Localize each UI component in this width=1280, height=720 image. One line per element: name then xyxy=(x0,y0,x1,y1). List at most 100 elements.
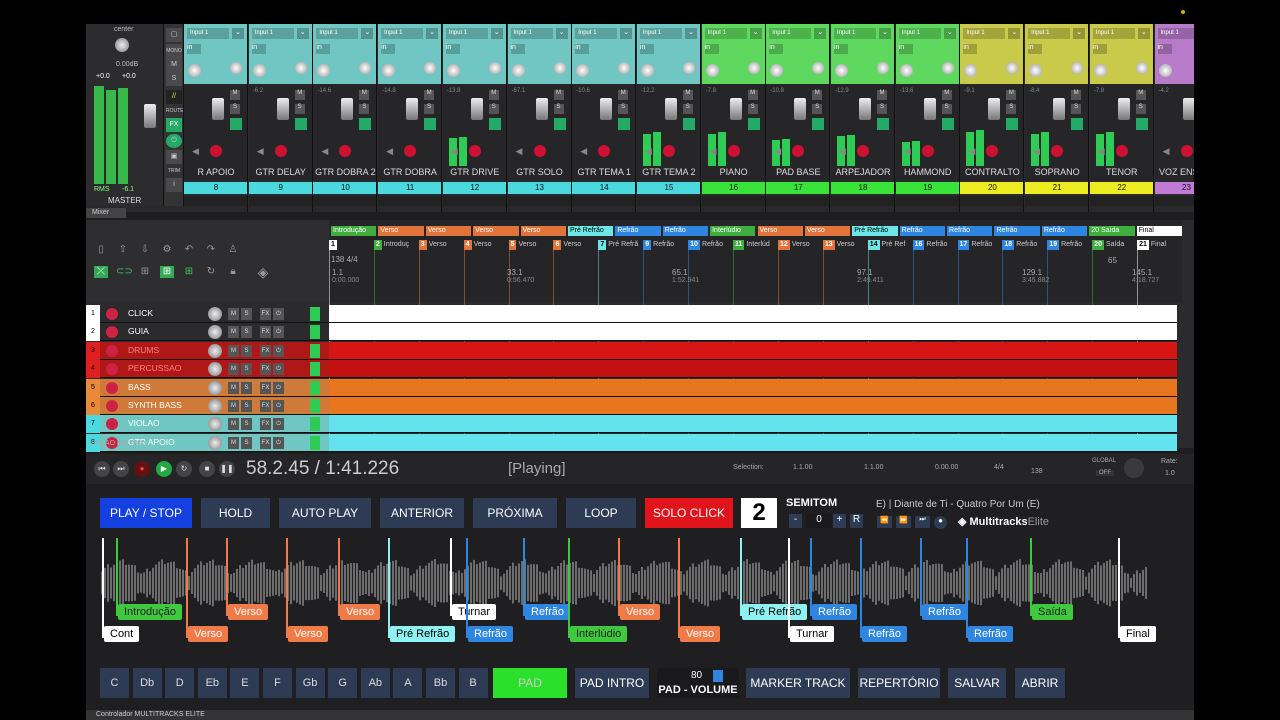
region[interactable]: Refrão xyxy=(662,226,709,236)
solo-button[interactable]: S xyxy=(1135,104,1146,114)
speaker-icon[interactable]: ◀ xyxy=(968,146,975,157)
region[interactable]: Refrão xyxy=(1041,226,1088,236)
record-arm-icon[interactable] xyxy=(792,145,805,157)
width-knob[interactable] xyxy=(941,62,954,74)
waveform-marker[interactable]: Verso xyxy=(340,604,381,620)
marker[interactable]: 14 Pré Ref xyxy=(867,240,911,250)
semitom-reset[interactable]: R xyxy=(850,514,863,528)
speaker-icon[interactable]: ◀ xyxy=(321,146,328,157)
redo-icon[interactable]: ↷ xyxy=(204,244,218,256)
pan-knob[interactable] xyxy=(188,64,201,77)
volume-knob[interactable] xyxy=(208,325,222,340)
track-lane[interactable] xyxy=(329,433,1177,452)
volume-knob[interactable] xyxy=(208,380,222,395)
input-select[interactable]: Input 1 xyxy=(1028,28,1071,39)
volume-fader[interactable] xyxy=(535,98,548,120)
strip-scroll[interactable] xyxy=(442,196,506,206)
strip-scroll[interactable] xyxy=(507,196,571,206)
grid-icon[interactable]: ⊞ xyxy=(138,266,152,278)
fx-icon[interactable] xyxy=(424,118,437,130)
chevron-down-icon[interactable]: ⌄ xyxy=(943,28,956,39)
volume-fader[interactable] xyxy=(600,98,613,120)
solo-button[interactable]: S xyxy=(618,104,629,114)
volume-knob[interactable] xyxy=(208,417,222,432)
mute-button[interactable]: M xyxy=(1006,90,1017,100)
input-mode[interactable]: in xyxy=(1157,44,1172,54)
volume-fader[interactable] xyxy=(859,98,871,120)
solo-button[interactable]: S xyxy=(941,104,952,114)
marker[interactable]: 9 Refrão xyxy=(643,240,686,250)
track-lane[interactable] xyxy=(329,378,1177,397)
power-icon[interactable]: ⏻ xyxy=(273,344,284,357)
pan-knob[interactable] xyxy=(446,64,460,77)
volume-fader[interactable] xyxy=(923,98,936,120)
input-mode[interactable]: in xyxy=(445,44,460,54)
strip-scroll[interactable] xyxy=(831,196,894,206)
mute-button[interactable]: M xyxy=(553,90,564,100)
fx-icon[interactable] xyxy=(359,118,372,130)
input-mode[interactable]: in xyxy=(704,44,719,54)
waveform-marker[interactable]: Verso xyxy=(288,626,329,642)
undo-icon[interactable]: ↶ xyxy=(182,244,196,256)
marker[interactable]: 20 Saída xyxy=(1092,240,1135,250)
track-header[interactable]: 7 VIOLAO M S FX ⏻ xyxy=(86,415,329,434)
snap-icon[interactable]: ⊞ xyxy=(160,266,174,278)
strip-scroll[interactable] xyxy=(1089,196,1153,206)
input-mode[interactable]: in xyxy=(963,44,978,54)
input-select[interactable]: Input 1 xyxy=(769,28,812,39)
fx-icon[interactable] xyxy=(877,118,889,130)
route-button[interactable]: ROUTE xyxy=(166,104,184,118)
input-mode[interactable]: in xyxy=(187,44,201,54)
pan-knob[interactable] xyxy=(317,64,331,77)
waveform-marker[interactable]: Refrão xyxy=(968,626,1014,642)
waveform-marker[interactable]: Verso xyxy=(188,626,229,642)
semitom-value[interactable]: 0 xyxy=(806,514,832,528)
fast-forward-icon[interactable]: ⏩ xyxy=(896,516,911,528)
key-e-button[interactable]: E xyxy=(230,668,260,698)
solo-button[interactable]: S xyxy=(241,326,252,339)
auto-play-button[interactable]: AUTO PLAY xyxy=(279,498,371,528)
proxima-button[interactable]: PRÓXIMA xyxy=(473,498,557,528)
power-icon[interactable]: ⏻ xyxy=(273,381,284,394)
pan-knob[interactable] xyxy=(964,64,978,77)
speaker-icon[interactable]: ◀ xyxy=(904,146,911,157)
waveform-marker[interactable]: Refrão xyxy=(862,626,908,642)
waveform-marker[interactable]: Saída xyxy=(1032,604,1073,620)
key-f-button[interactable]: F xyxy=(263,668,292,698)
solo-button[interactable]: S xyxy=(241,381,252,394)
solo-button[interactable]: S xyxy=(230,104,240,114)
pad-volume-slider[interactable] xyxy=(713,670,723,682)
pan-knob[interactable] xyxy=(1029,64,1043,77)
region[interactable]: Interlúdio xyxy=(710,226,756,236)
pan-knob[interactable] xyxy=(1093,64,1107,77)
width-knob[interactable] xyxy=(1006,62,1019,74)
region[interactable]: Verso xyxy=(757,226,803,236)
width-knob[interactable] xyxy=(359,62,372,74)
anterior-button[interactable]: ANTERIOR xyxy=(380,498,464,528)
strip-scroll[interactable] xyxy=(766,196,830,206)
region[interactable]: Refrão xyxy=(899,226,946,236)
speaker-icon[interactable]: ◀ xyxy=(1098,146,1105,157)
key-gb-button[interactable]: Gb xyxy=(295,668,325,698)
track-lane[interactable] xyxy=(329,415,1177,434)
selection-end[interactable]: 1.1.00 xyxy=(864,464,883,471)
volume-knob[interactable] xyxy=(208,307,222,321)
env-icon[interactable]: ▣ xyxy=(166,150,182,164)
marker[interactable]: 11 Interlúd xyxy=(733,240,776,250)
master-mute-button[interactable]: M xyxy=(166,58,182,72)
speaker-icon[interactable]: ◀ xyxy=(386,146,393,157)
input-mode[interactable]: in xyxy=(639,44,654,54)
record-small-icon[interactable]: ● xyxy=(934,516,947,529)
marker[interactable]: 7 Pré Refrã xyxy=(598,240,641,250)
marker[interactable]: 16 Refrão xyxy=(912,240,956,250)
speaker-icon[interactable]: ◀ xyxy=(516,146,523,157)
track-header[interactable]: 2 GUIA M S FX ⏻ xyxy=(86,323,329,342)
mute-button[interactable]: M xyxy=(228,344,239,357)
width-knob[interactable] xyxy=(230,62,242,74)
volume-knob[interactable] xyxy=(208,343,222,358)
power-icon[interactable]: ⏻ xyxy=(273,418,284,431)
waveform-marker[interactable]: Pré Refrão xyxy=(742,604,808,620)
strip-scroll[interactable] xyxy=(1025,196,1089,206)
region[interactable]: Pré Refrão xyxy=(567,226,614,236)
volume-fader[interactable] xyxy=(470,98,483,120)
